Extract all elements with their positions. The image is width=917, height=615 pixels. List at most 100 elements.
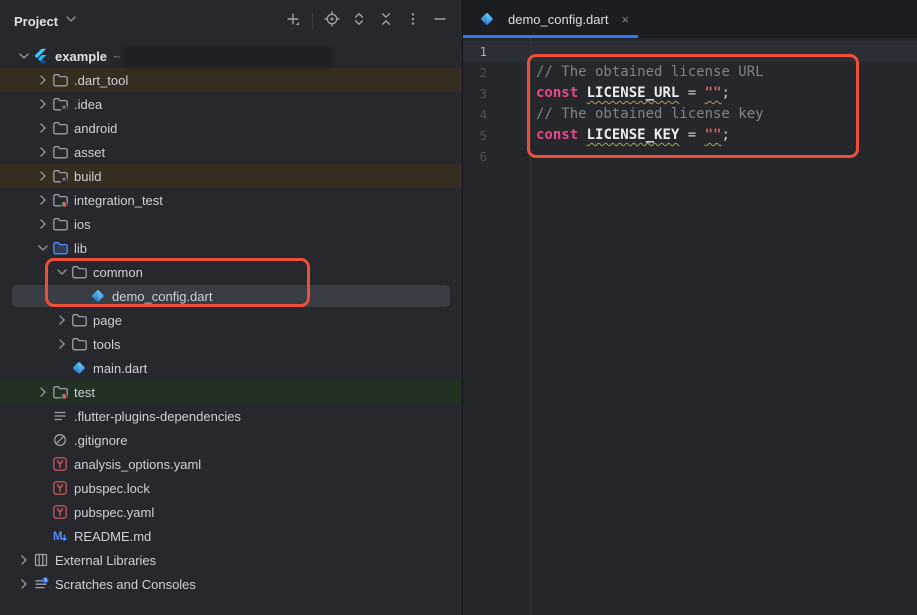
tree-item-label: pubspec.lock [74, 481, 150, 496]
tree-item-label: .idea [74, 97, 102, 112]
tree-row-asset[interactable]: asset [0, 140, 462, 164]
chevron-right-icon[interactable] [15, 576, 33, 592]
line-number[interactable]: 6 [463, 146, 487, 167]
chevron-right-icon[interactable] [53, 312, 71, 328]
code-line[interactable]: // The obtained license key [536, 104, 764, 125]
svg-text:*: * [61, 176, 67, 184]
token-kw: const [536, 127, 578, 143]
code-line[interactable]: const LICENSE_KEY = ""; [536, 125, 764, 146]
close-tab-icon[interactable]: × [619, 11, 631, 28]
project-view-dropdown[interactable]: Project [14, 11, 79, 32]
tree-row-integration-test[interactable]: integration_test [0, 188, 462, 212]
toolbar-separator [312, 13, 313, 29]
line-number[interactable]: 2 [463, 62, 487, 83]
code-line[interactable] [536, 41, 764, 62]
ignored-file-icon [52, 432, 68, 448]
tree-row-scratches-and-consoles[interactable]: Scratches and Consoles [0, 572, 462, 596]
yaml-icon [52, 480, 68, 496]
chevron-right-icon[interactable] [34, 384, 52, 400]
chevron-down-icon[interactable] [34, 240, 52, 256]
folder-special-icon: * [52, 96, 68, 112]
tree-item-label: android [74, 121, 117, 136]
token-pl [578, 127, 586, 143]
expand-all-button[interactable] [347, 9, 371, 33]
chevron-spacer [34, 432, 52, 448]
add-button[interactable] [281, 9, 305, 33]
line-number[interactable]: 3 [463, 83, 487, 104]
tree-row-pubspec-lock[interactable]: pubspec.lock [0, 476, 462, 500]
tree-row-tools[interactable]: tools [0, 332, 462, 356]
flutter-icon [33, 48, 49, 64]
collapse-icon [378, 11, 394, 32]
line-number[interactable]: 4 [463, 104, 487, 125]
code-area: // The obtained license URL const LICENSE… [536, 41, 764, 167]
tree-row-dart-tool[interactable]: .dart_tool [0, 68, 462, 92]
tree-row-main-dart[interactable]: main.dart [0, 356, 462, 380]
tree-item-label: main.dart [93, 361, 147, 376]
svg-text:M: M [53, 531, 63, 543]
code-line[interactable]: const LICENSE_URL = ""; [536, 83, 764, 104]
chevron-right-icon[interactable] [34, 168, 52, 184]
chevron-right-icon[interactable] [34, 96, 52, 112]
chevron-right-icon[interactable] [34, 192, 52, 208]
tree-row-page[interactable]: page [0, 308, 462, 332]
tree-row-analysis-options-yaml[interactable]: analysis_options.yaml [0, 452, 462, 476]
tree-item-label: Scratches and Consoles [55, 577, 196, 592]
chevron-spacer [72, 288, 90, 304]
chevron-right-icon[interactable] [53, 336, 71, 352]
tab-demo-config-dart[interactable]: demo_config.dart × [463, 0, 643, 38]
chevron-down-icon [63, 11, 79, 32]
token-const: LICENSE_URL [587, 85, 680, 101]
tree-item-label: page [93, 313, 122, 328]
chevron-right-icon[interactable] [34, 144, 52, 160]
folder-icon [52, 72, 68, 88]
tree-row-build[interactable]: *build [0, 164, 462, 188]
tree-item-label: test [74, 385, 95, 400]
line-number[interactable]: 5 [463, 125, 487, 146]
chevron-down-icon[interactable] [53, 264, 71, 280]
locate-file-button[interactable] [320, 9, 344, 33]
target-icon [324, 11, 340, 32]
tree-item-label: .dart_tool [74, 73, 128, 88]
chevron-spacer [53, 360, 71, 376]
editor-body[interactable]: 123456 // The obtained license URL const … [463, 38, 917, 615]
dart-icon [90, 288, 106, 304]
collapse-all-button[interactable] [374, 9, 398, 33]
tree-row-ios[interactable]: ios [0, 212, 462, 236]
tree-row-demo-config-dart[interactable]: demo_config.dart [0, 284, 462, 308]
tree-item-label: lib [74, 241, 87, 256]
tree-row-gitignore[interactable]: .gitignore [0, 428, 462, 452]
folder-icon [52, 216, 68, 232]
code-line[interactable]: // The obtained license URL [536, 62, 764, 83]
chevron-down-icon[interactable] [15, 48, 33, 64]
hide-panel-button[interactable] [428, 9, 452, 33]
folder-icon [71, 312, 87, 328]
tree-row-test[interactable]: test [0, 380, 462, 404]
more-options-button[interactable] [401, 9, 425, 33]
folder-icon [71, 264, 87, 280]
chevron-right-icon[interactable] [34, 120, 52, 136]
token-const: LICENSE_KEY [587, 127, 680, 143]
chevron-right-icon[interactable] [34, 216, 52, 232]
chevron-right-icon[interactable] [34, 72, 52, 88]
tree-row-example[interactable]: example~ [0, 44, 462, 68]
project-panel-header: Project [0, 0, 462, 42]
tree-item-label: ios [74, 217, 91, 232]
tree-row-lib[interactable]: lib [0, 236, 462, 260]
tree-item-label: common [93, 265, 143, 280]
tree-row-android[interactable]: android [0, 116, 462, 140]
tree-row-readme-md[interactable]: MREADME.md [0, 524, 462, 548]
code-line[interactable] [536, 146, 764, 167]
chevron-right-icon[interactable] [15, 552, 33, 568]
tree-row-pubspec-yaml[interactable]: pubspec.yaml [0, 500, 462, 524]
token-comment: // The obtained license URL [536, 64, 764, 80]
tree-row-flutter-plugins-dependencies[interactable]: .flutter-plugins-dependencies [0, 404, 462, 428]
folder-icon [52, 120, 68, 136]
token-kw: const [536, 85, 578, 101]
tree-item-label: pubspec.yaml [74, 505, 154, 520]
line-number[interactable]: 1 [463, 41, 487, 62]
tree-row-idea[interactable]: * .idea [0, 92, 462, 116]
tree-row-common[interactable]: common [0, 260, 462, 284]
tree-row-external-libraries[interactable]: External Libraries [0, 548, 462, 572]
token-pl: ; [721, 127, 729, 143]
